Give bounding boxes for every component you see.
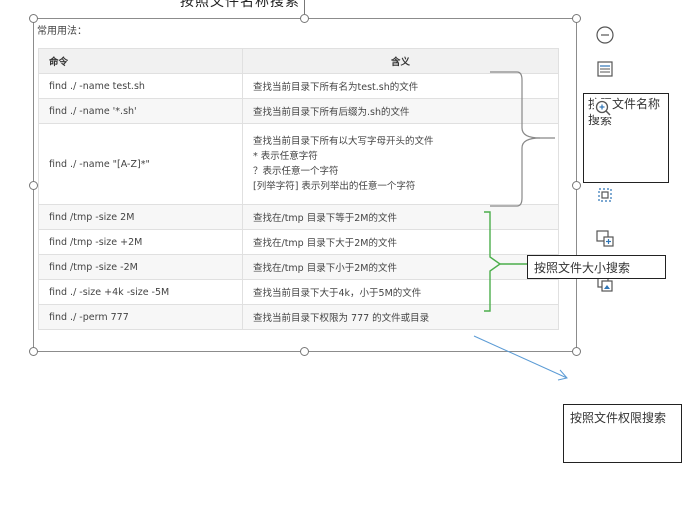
add-image-icon [596, 230, 614, 247]
screenshot-icon [598, 188, 612, 202]
zoom-in-toolbar-button[interactable] [590, 95, 616, 121]
size-search-bracket [484, 211, 502, 312]
layout-icon [597, 61, 613, 77]
layout-toolbar-button[interactable] [592, 56, 618, 82]
size-search-note[interactable]: 按照文件大小搜索 [527, 255, 666, 279]
collapse-toolbar-button[interactable] [592, 22, 618, 48]
perm-search-arrow-line [473, 335, 568, 379]
name-search-bracket-lower [490, 137, 541, 207]
perm-search-note[interactable]: 按照文件权限搜索 [563, 404, 682, 463]
zoom-in-icon [594, 99, 612, 117]
name-search-bracket-upper [490, 71, 555, 139]
screenshot-toolbar-button[interactable] [592, 182, 618, 208]
add-image-toolbar-button[interactable] [592, 225, 618, 251]
collapse-icon [596, 26, 614, 44]
